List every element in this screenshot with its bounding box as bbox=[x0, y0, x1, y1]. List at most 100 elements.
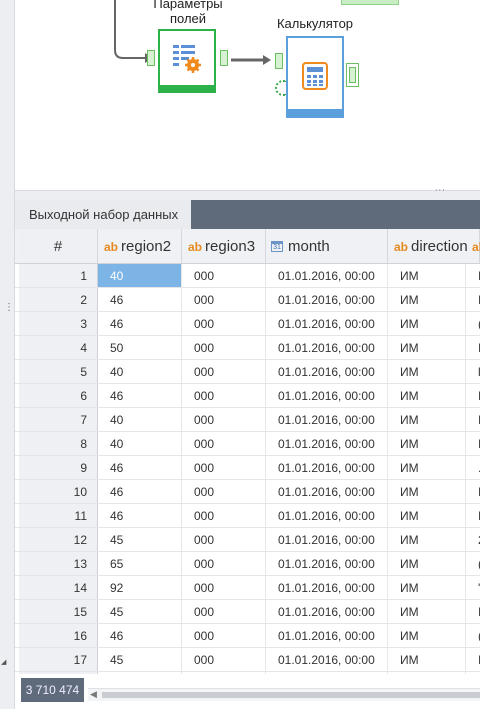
cell-row-number[interactable]: 3 bbox=[19, 312, 98, 335]
cell-month[interactable]: 01.01.2016, 00:00 bbox=[266, 624, 388, 647]
cell-direction[interactable]: ИМ bbox=[388, 648, 466, 671]
header-month[interactable]: 31 month bbox=[266, 229, 388, 263]
cell-month[interactable]: 01.01.2016, 00:00 bbox=[266, 312, 388, 335]
table-row[interactable]: 174500001.01.2016, 00:00ИМI bbox=[15, 648, 480, 672]
header-next-column[interactable]: ab bbox=[466, 229, 480, 263]
tab-output-dataset[interactable]: Выходной набор данных bbox=[15, 200, 191, 229]
cell-month[interactable]: 01.01.2016, 00:00 bbox=[266, 384, 388, 407]
cell-region2[interactable]: 46 bbox=[98, 456, 182, 479]
output-port[interactable] bbox=[220, 50, 228, 66]
cell-direction[interactable]: ИМ bbox=[388, 384, 466, 407]
table-row[interactable]: 74000001.01.2016, 00:00ИМI bbox=[15, 408, 480, 432]
cell-direction[interactable]: ИМ bbox=[388, 624, 466, 647]
cell-direction[interactable]: ИМ bbox=[388, 456, 466, 479]
splitter-handle-icon[interactable]: ··· bbox=[435, 186, 446, 195]
cell-direction[interactable]: ИМ bbox=[388, 576, 466, 599]
cell-row-number[interactable]: 10 bbox=[19, 480, 98, 503]
cell-region3[interactable]: 000 bbox=[182, 576, 266, 599]
cell-next-column[interactable]: ( bbox=[466, 552, 480, 575]
cell-region3[interactable]: 000 bbox=[182, 528, 266, 551]
cell-region2[interactable]: 45 bbox=[98, 528, 182, 551]
cell-month[interactable]: 01.01.2016, 00:00 bbox=[266, 576, 388, 599]
cell-region3[interactable]: 000 bbox=[182, 288, 266, 311]
cell-next-column[interactable]: 2 bbox=[466, 528, 480, 551]
cell-region3[interactable]: 000 bbox=[182, 624, 266, 647]
cell-month[interactable]: 01.01.2016, 00:00 bbox=[266, 288, 388, 311]
cell-month[interactable]: 01.01.2016, 00:00 bbox=[266, 408, 388, 431]
cell-row-number[interactable]: 2 bbox=[19, 288, 98, 311]
cell-direction[interactable]: ИМ bbox=[388, 432, 466, 455]
cell-region3[interactable]: 000 bbox=[182, 264, 266, 287]
cell-region3[interactable]: 000 bbox=[182, 384, 266, 407]
cell-region2[interactable]: 45 bbox=[98, 648, 182, 671]
cell-region3[interactable]: 000 bbox=[182, 456, 266, 479]
table-row[interactable]: 84000001.01.2016, 00:00ИМI bbox=[15, 432, 480, 456]
horizontal-scrollbar[interactable]: ◀ bbox=[88, 688, 480, 701]
cell-next-column[interactable]: I bbox=[466, 432, 480, 455]
cell-next-column[interactable]: I bbox=[466, 288, 480, 311]
cell-row-number[interactable]: 9 bbox=[19, 456, 98, 479]
cell-region2[interactable]: 40 bbox=[98, 360, 182, 383]
cell-region2[interactable]: 40 bbox=[98, 264, 182, 287]
table-row[interactable]: 64600001.01.2016, 00:00ИМI bbox=[15, 384, 480, 408]
cell-region2[interactable]: 50 bbox=[98, 336, 182, 359]
cell-next-column[interactable]: I bbox=[466, 336, 480, 359]
cell-direction[interactable]: ИМ bbox=[388, 288, 466, 311]
cell-next-column[interactable]: I bbox=[466, 600, 480, 623]
node-calculator[interactable] bbox=[286, 36, 344, 118]
scroll-left-icon[interactable]: ◀ bbox=[90, 689, 97, 701]
cell-row-number[interactable]: 4 bbox=[19, 336, 98, 359]
cell-row-number[interactable]: 14 bbox=[19, 576, 98, 599]
cell-direction[interactable]: ИМ bbox=[388, 528, 466, 551]
cell-next-column[interactable]: I bbox=[466, 264, 480, 287]
cell-direction[interactable]: ИМ bbox=[388, 504, 466, 527]
cell-region2[interactable]: 65 bbox=[98, 552, 182, 575]
cell-month[interactable]: 01.01.2016, 00:00 bbox=[266, 360, 388, 383]
table-row[interactable]: 114600001.01.2016, 00:00ИМI bbox=[15, 504, 480, 528]
cell-region2[interactable]: 46 bbox=[98, 288, 182, 311]
table-row[interactable]: 164600001.01.2016, 00:00ИМ( bbox=[15, 624, 480, 648]
cell-month[interactable]: 01.01.2016, 00:00 bbox=[266, 432, 388, 455]
cell-region2[interactable]: 46 bbox=[98, 504, 182, 527]
cell-row-number[interactable]: 5 bbox=[19, 360, 98, 383]
cell-direction[interactable]: ИМ bbox=[388, 552, 466, 575]
cell-region2[interactable]: 40 bbox=[98, 408, 182, 431]
cell-region2[interactable]: 46 bbox=[98, 480, 182, 503]
cell-month[interactable]: 01.01.2016, 00:00 bbox=[266, 648, 388, 671]
cell-region3[interactable]: 000 bbox=[182, 600, 266, 623]
cell-row-number[interactable]: 12 bbox=[19, 528, 98, 551]
cell-region3[interactable]: 000 bbox=[182, 408, 266, 431]
input-port[interactable] bbox=[275, 53, 283, 69]
cell-row-number[interactable]: 13 bbox=[19, 552, 98, 575]
table-row[interactable]: 149200001.01.2016, 00:00ИМ' bbox=[15, 576, 480, 600]
table-row[interactable]: 94600001.01.2016, 00:00ИМ. bbox=[15, 456, 480, 480]
cell-region2[interactable]: 46 bbox=[98, 384, 182, 407]
cell-row-number[interactable]: 17 bbox=[19, 648, 98, 671]
cell-next-column[interactable]: ( bbox=[466, 624, 480, 647]
cell-row-number[interactable]: 15 bbox=[19, 600, 98, 623]
header-region2[interactable]: ab region2 bbox=[98, 229, 182, 263]
cell-month[interactable]: 01.01.2016, 00:00 bbox=[266, 456, 388, 479]
table-row[interactable]: 54000001.01.2016, 00:00ИМl bbox=[15, 360, 480, 384]
cell-region3[interactable]: 000 bbox=[182, 432, 266, 455]
cell-next-column[interactable]: I bbox=[466, 480, 480, 503]
cell-next-column[interactable]: . bbox=[466, 456, 480, 479]
header-region3[interactable]: ab region3 bbox=[182, 229, 266, 263]
cell-row-number[interactable]: 6 bbox=[19, 384, 98, 407]
cell-direction[interactable]: ИМ bbox=[388, 480, 466, 503]
cell-direction[interactable]: ИМ bbox=[388, 336, 466, 359]
cell-region2[interactable]: 46 bbox=[98, 624, 182, 647]
cell-region3[interactable]: 000 bbox=[182, 552, 266, 575]
cell-direction[interactable]: ИМ bbox=[388, 408, 466, 431]
cell-region2[interactable]: 92 bbox=[98, 576, 182, 599]
cell-region3[interactable]: 000 bbox=[182, 480, 266, 503]
cell-month[interactable]: 01.01.2016, 00:00 bbox=[266, 600, 388, 623]
cell-region3[interactable]: 000 bbox=[182, 360, 266, 383]
cell-next-column[interactable]: ( bbox=[466, 312, 480, 335]
table-row[interactable]: 136500001.01.2016, 00:00ИМ( bbox=[15, 552, 480, 576]
cell-month[interactable]: 01.01.2016, 00:00 bbox=[266, 264, 388, 287]
cell-region2[interactable]: 46 bbox=[98, 312, 182, 335]
cell-month[interactable]: 01.01.2016, 00:00 bbox=[266, 336, 388, 359]
cell-next-column[interactable]: ' bbox=[466, 576, 480, 599]
table-row[interactable]: 104600001.01.2016, 00:00ИМI bbox=[15, 480, 480, 504]
